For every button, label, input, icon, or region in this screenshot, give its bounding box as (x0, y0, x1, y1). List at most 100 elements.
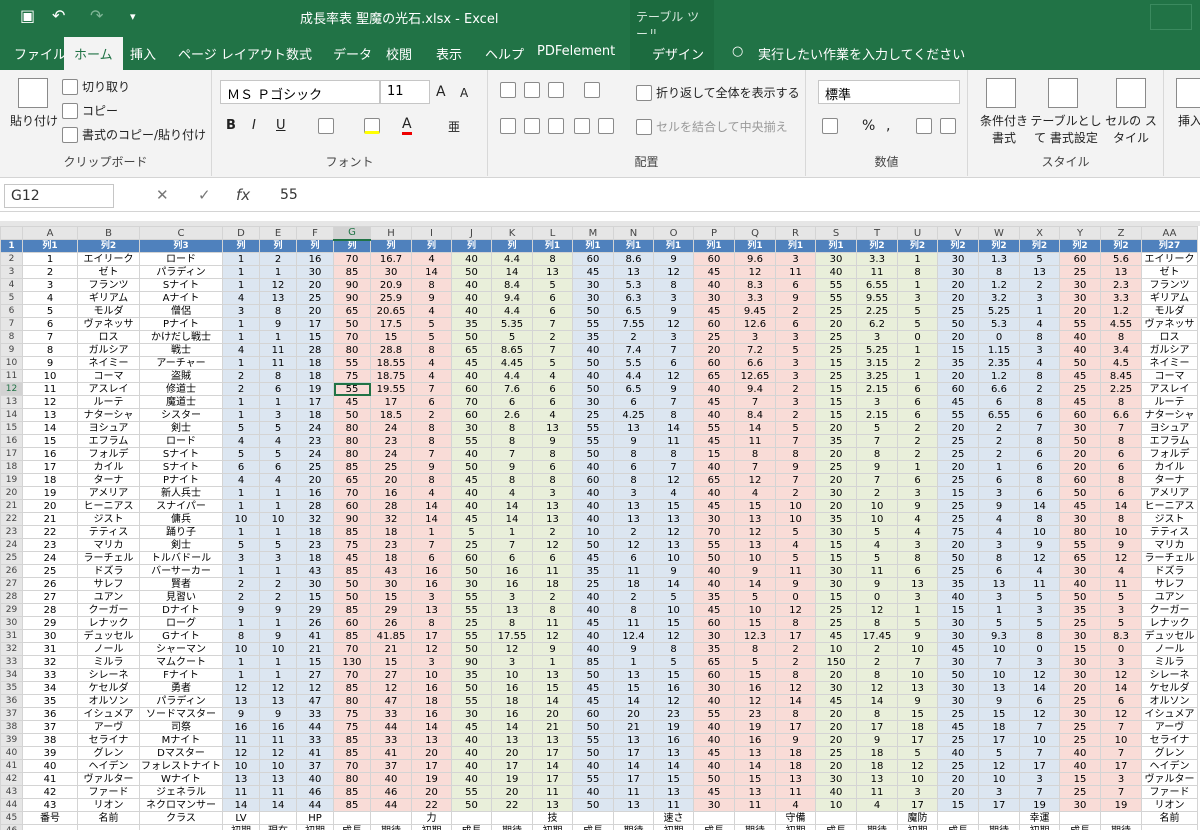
font-color-icon[interactable]: A (402, 116, 412, 135)
cell[interactable]: 5 (259, 421, 297, 435)
cell[interactable]: 12 (1100, 707, 1142, 721)
cell[interactable]: 19 (734, 720, 776, 734)
cell[interactable]: 40 (572, 369, 614, 383)
cell[interactable]: 2.15 (856, 408, 898, 422)
cell[interactable]: 40 (296, 772, 334, 786)
cell[interactable]: 5 (856, 551, 898, 565)
cell[interactable]: 70 (333, 668, 371, 682)
cell[interactable]: ジスト (77, 512, 140, 526)
cell[interactable]: 1 (259, 499, 297, 513)
cell[interactable]: 11 (775, 265, 816, 279)
cell[interactable]: 3 (411, 655, 452, 669)
cell[interactable]: 32 (370, 512, 412, 526)
column-header[interactable]: R (775, 226, 816, 240)
insert-cells-icon[interactable] (1176, 78, 1200, 108)
cell[interactable]: 40 (572, 590, 614, 604)
cell[interactable]: 8 (775, 447, 816, 461)
cell[interactable]: 4 (491, 486, 533, 500)
cell[interactable]: 20 (411, 785, 452, 799)
cell[interactable]: 15 (1059, 772, 1101, 786)
cell[interactable]: 7 (1019, 785, 1060, 799)
cell[interactable]: 3 (978, 590, 1020, 604)
cell[interactable]: 55 (815, 278, 857, 292)
cell[interactable]: 75 (333, 538, 371, 552)
cell[interactable]: 20 (815, 759, 857, 773)
cell[interactable]: 7 (1019, 720, 1060, 734)
cell[interactable]: 9 (897, 629, 938, 643)
cell[interactable]: 2 (613, 525, 654, 539)
cell[interactable]: 9 (613, 434, 654, 448)
cell[interactable]: 8 (532, 473, 573, 487)
cell[interactable] (1141, 824, 1198, 830)
cell[interactable]: 10 (222, 642, 260, 656)
cell[interactable]: 12 (1019, 551, 1060, 565)
cell[interactable]: 18 (897, 720, 938, 734)
cell[interactable]: 30 (815, 577, 857, 591)
cell[interactable]: 11 (1100, 577, 1142, 591)
cell[interactable]: 35 (937, 577, 979, 591)
cell[interactable]: 9 (897, 499, 938, 513)
cell[interactable]: 75 (333, 707, 371, 721)
tab-view[interactable]: 表示 (436, 44, 462, 63)
cell[interactable]: 60 (693, 668, 735, 682)
cell[interactable]: 成長 (572, 824, 614, 830)
cell[interactable]: 6 (259, 382, 297, 396)
font-size-select[interactable]: 11 (380, 80, 430, 104)
cell[interactable]: 14 (411, 720, 452, 734)
cell[interactable]: 27 (296, 668, 334, 682)
cell[interactable]: 11 (653, 434, 694, 448)
cell[interactable]: 4 (532, 369, 573, 383)
cell[interactable]: 18 (296, 551, 334, 565)
cell[interactable]: 50 (451, 642, 492, 656)
cell[interactable]: 45 (572, 551, 614, 565)
cell[interactable]: 9.6 (734, 252, 776, 266)
cell[interactable]: 11 (856, 564, 898, 578)
cell[interactable]: 6.6 (978, 382, 1020, 396)
cell[interactable]: 10 (856, 499, 898, 513)
cell[interactable]: 50 (333, 408, 371, 422)
cell[interactable]: 19 (411, 772, 452, 786)
cell[interactable]: 16 (22, 447, 78, 461)
cell[interactable]: 25 (937, 434, 979, 448)
cell[interactable]: 魔道士 (139, 395, 223, 409)
cell[interactable]: 新人兵士 (139, 486, 223, 500)
cell[interactable]: 1 (259, 265, 297, 279)
cell[interactable]: テティス (1141, 525, 1198, 539)
cell[interactable]: 剣士 (139, 421, 223, 435)
cell[interactable]: 6 (532, 382, 573, 396)
cell[interactable]: 65 (693, 655, 735, 669)
cell[interactable]: 8.4 (734, 408, 776, 422)
cell[interactable]: フォルデ (1141, 447, 1198, 461)
cell[interactable]: 3 (1019, 772, 1060, 786)
copy-button[interactable]: コピー (62, 102, 118, 119)
cell[interactable]: 2 (222, 577, 260, 591)
row-number[interactable]: 5 (0, 291, 23, 305)
cell[interactable]: 30 (815, 525, 857, 539)
cell[interactable] (259, 811, 297, 825)
cell[interactable]: 5 (532, 278, 573, 292)
cell[interactable]: 15 (653, 772, 694, 786)
cell[interactable]: 列 (491, 239, 533, 253)
cell[interactable]: 60 (333, 616, 371, 630)
cell[interactable]: 65 (693, 473, 735, 487)
cell[interactable]: 12 (653, 265, 694, 279)
cell[interactable]: 17 (370, 395, 412, 409)
cell[interactable]: 3 (653, 330, 694, 344)
cell[interactable]: 14 (532, 759, 573, 773)
cell[interactable]: 4 (775, 538, 816, 552)
cell[interactable]: 列2 (978, 239, 1020, 253)
cell[interactable]: 75 (333, 720, 371, 734)
cell[interactable]: 25 (815, 304, 857, 318)
cell[interactable]: 15 (978, 707, 1020, 721)
row-number[interactable]: 3 (0, 265, 23, 279)
align-right-icon[interactable] (548, 118, 564, 134)
cell[interactable]: 30 (572, 278, 614, 292)
column-header[interactable]: Y (1059, 226, 1101, 240)
row-number[interactable]: 27 (0, 577, 23, 591)
cell[interactable]: 6 (222, 460, 260, 474)
cell[interactable]: 25 (815, 616, 857, 630)
cell[interactable]: 4 (411, 304, 452, 318)
cell[interactable]: 60 (451, 382, 492, 396)
cell[interactable] (572, 811, 614, 825)
cell[interactable]: 40 (815, 785, 857, 799)
